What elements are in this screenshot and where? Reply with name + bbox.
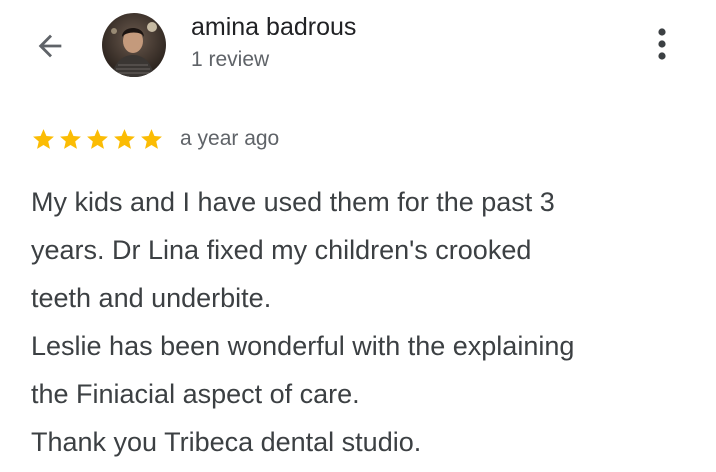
review-date: a year ago: [180, 127, 280, 150]
arrow-left-icon: [38, 34, 62, 58]
profile-photo: [102, 13, 166, 77]
star-icon: [33, 128, 54, 149]
star-rating: [31, 127, 164, 152]
review-text-line: Leslie has been wonderful with the expla…: [31, 331, 575, 361]
review-text-line: My kids and I have used them for the pas…: [31, 187, 555, 217]
back-button[interactable]: [30, 26, 70, 66]
review-text-line: Thank you Tribeca dental studio.: [31, 427, 422, 457]
star-icon: [87, 128, 108, 149]
star-icon: [114, 128, 135, 149]
avatar[interactable]: [102, 13, 166, 77]
review-text-line: teeth and underbite.: [31, 283, 272, 313]
rating-row: a year ago: [31, 124, 279, 154]
review-text-line: years. Dr Lina fixed my children's crook…: [31, 235, 532, 265]
star-icon: [141, 128, 162, 149]
star-icon: [60, 128, 81, 149]
review-text: My kids and I have used them for the pas…: [31, 178, 701, 466]
more-vert-icon: [658, 28, 666, 60]
reviewer-name[interactable]: amina badrous: [191, 12, 356, 42]
review-count: 1 review: [191, 48, 270, 71]
review-text-line: the Finiacial aspect of care.: [31, 379, 360, 409]
more-options-button[interactable]: [644, 22, 680, 66]
